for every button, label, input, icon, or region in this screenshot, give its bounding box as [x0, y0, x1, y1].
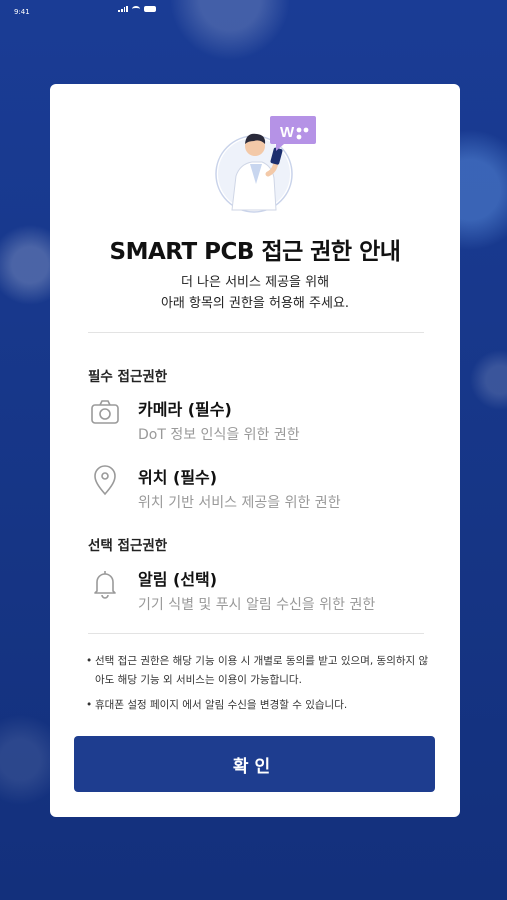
- permission-name: 카메라 (필수): [138, 400, 232, 419]
- dialog-title: SMART PCB 접근 권한 안내: [109, 239, 401, 265]
- doctor-phone-illustration: W: [215, 116, 316, 213]
- note-item: 휴대폰 설정 페이지 에서 알림 수신을 변경할 수 있습니다.: [86, 696, 431, 715]
- permission-item-camera: 카메라 (필수) DoT 정보 인식을 위한 권한: [88, 396, 428, 450]
- permission-dialog: W SMART PCB 접근 권한 안내 더 나은 서비스 제공을 위해 아래 …: [50, 84, 460, 817]
- confirm-button[interactable]: 확인: [74, 736, 435, 792]
- location-pin-icon: [94, 465, 116, 496]
- permission-description: 기기 식별 및 푸시 알림 수신을 위한 권한: [138, 597, 376, 613]
- permission-name: 알림 (선택): [138, 570, 218, 589]
- svg-text:W: W: [280, 124, 295, 141]
- status-bar: 9:41: [0, 0, 507, 22]
- bell-icon: [94, 571, 116, 599]
- permission-name: 위치 (필수): [138, 468, 218, 487]
- divider: [88, 633, 424, 634]
- status-icons: [118, 6, 156, 12]
- subtitle-line-2: 아래 항목의 권한을 허용해 주세요.: [160, 296, 350, 311]
- camera-icon: [91, 400, 119, 424]
- wifi-icon: [132, 6, 140, 12]
- permission-description: DoT 정보 인식을 위한 권한: [138, 427, 300, 443]
- permission-item-notification: 알림 (선택) 기기 식별 및 푸시 알림 수신을 위한 권한: [88, 566, 428, 620]
- dialog-subtitle: 더 나은 서비스 제공을 위해 아래 항목의 권한을 허용해 주세요.: [50, 272, 460, 314]
- note-item: 선택 접근 권한은 해당 기능 이용 시 개별로 동의를 받고 있으며, 동의하…: [86, 652, 431, 690]
- status-time: 9:41: [14, 8, 30, 16]
- divider: [88, 332, 424, 333]
- permission-description: 위치 기반 서비스 제공을 위한 권한: [138, 495, 341, 511]
- notes: 선택 접근 권한은 해당 기능 이용 시 개별로 동의를 받고 있으며, 동의하…: [86, 652, 431, 721]
- permission-item-location: 위치 (필수) 위치 기반 서비스 제공을 위한 권한: [88, 464, 428, 518]
- required-section-label: 필수 접근권한: [88, 369, 168, 385]
- signal-icon: [118, 6, 128, 12]
- battery-icon: [144, 6, 156, 12]
- subtitle-line-1: 더 나은 서비스 제공을 위해: [180, 275, 330, 290]
- optional-section-label: 선택 접근권한: [88, 538, 168, 554]
